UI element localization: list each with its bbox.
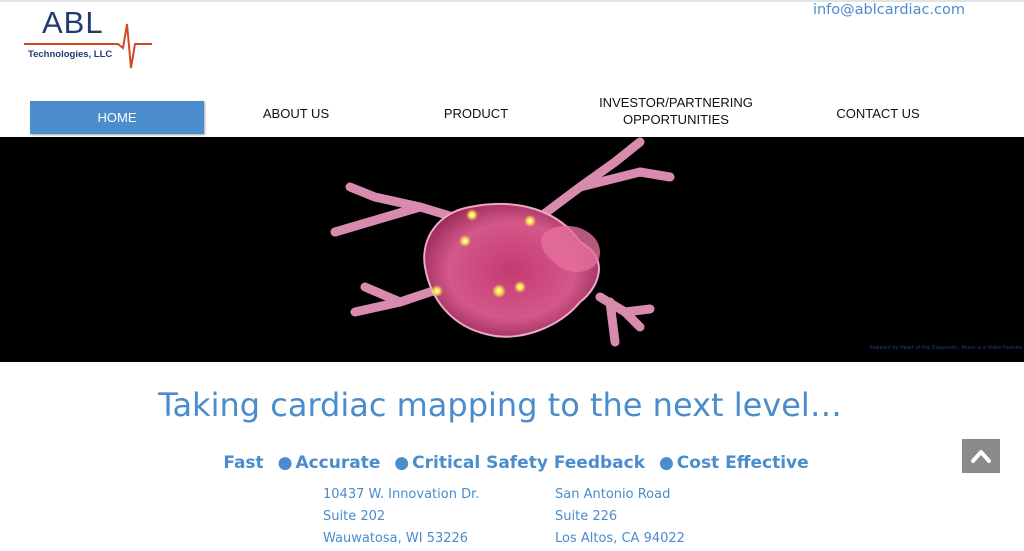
scroll-to-top-button[interactable] (962, 439, 1000, 473)
nav-item-home[interactable]: HOME (30, 101, 204, 134)
address-wauwatosa: 10437 W. Innovation Dr. Suite 202 Wauwat… (323, 484, 479, 550)
address-line: Wauwatosa, WI 53226 (323, 531, 469, 546)
nav-item-product[interactable]: PRODUCT (406, 90, 546, 136)
nav-item-contact-us[interactable]: CONTACT US (808, 90, 948, 136)
feature-list: Fast ● Accurate ● Critical Safety Feedback… (0, 453, 1024, 473)
feature-cost-effective: Cost Effective (676, 453, 809, 473)
feature-safety-feedback: Critical Safety Feedback (412, 453, 646, 473)
bullet-dot: ● (394, 453, 410, 473)
logo-name: ABL (42, 5, 104, 40)
feature-accurate: Accurate (295, 453, 381, 473)
address-line: San Antonio Road (555, 487, 671, 502)
logo-subtitle: Technologies, LLC (28, 49, 113, 60)
hero-video[interactable]: Powered by Heart of the Diagnostic: Musi… (0, 137, 1024, 362)
bullet-dot: ● (658, 453, 674, 473)
contact-email-link[interactable]: info@ablcardiac.com (813, 2, 965, 18)
address-los-altos: San Antonio Road Suite 226 Los Altos, CA… (555, 484, 685, 550)
main-navigation: HOME ABOUT US PRODUCT INVESTOR/PARTNERIN… (0, 90, 1024, 136)
chevron-up-icon (971, 450, 991, 463)
address-line: 10437 W. Innovation Dr. (323, 487, 480, 502)
heart-3d-illustration (330, 137, 675, 347)
bullet-dot: ● (277, 453, 293, 473)
hero-caption: Powered by Heart of the Diagnostic: Musi… (869, 345, 1022, 351)
address-line: Suite 226 (555, 509, 618, 524)
nav-item-about-us[interactable]: ABOUT US (226, 90, 366, 136)
nav-item-investor-partnering[interactable]: INVESTOR/PARTNERING OPPORTUNITIES (586, 88, 766, 134)
address-line: Los Altos, CA 94022 (555, 531, 685, 546)
page-tagline: Taking cardiac mapping to the next level… (158, 386, 842, 424)
company-logo[interactable]: ABL Technologies, LLC (22, 6, 154, 72)
feature-fast: Fast (223, 453, 264, 473)
address-line: Suite 202 (323, 509, 386, 524)
